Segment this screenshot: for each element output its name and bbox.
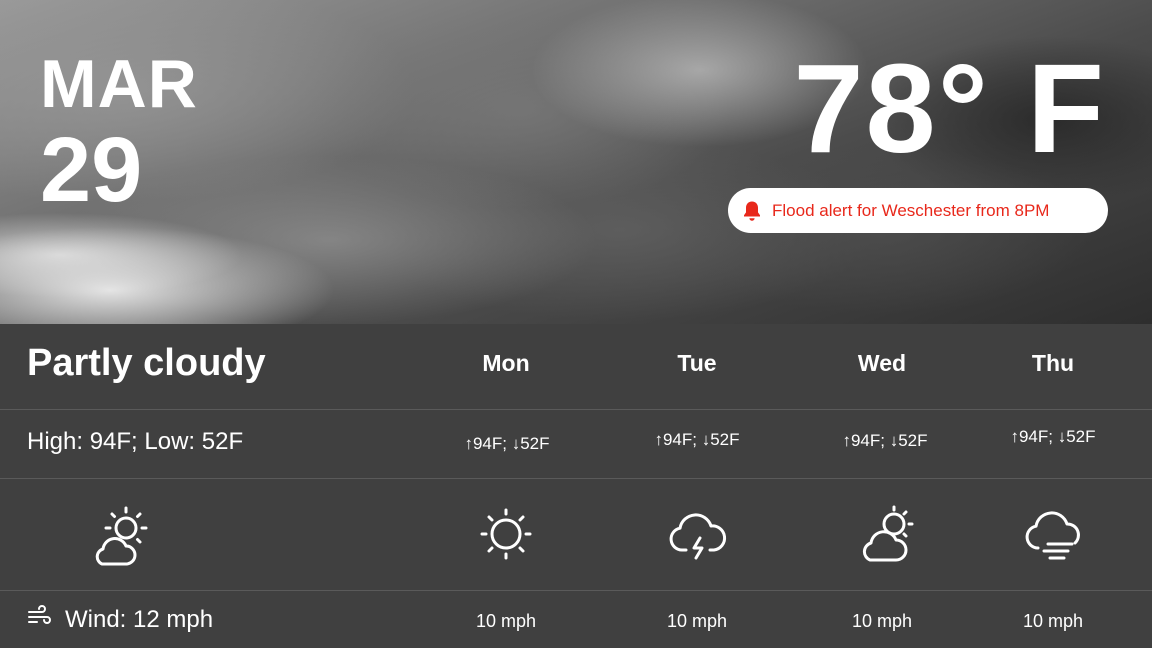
alert-text: Flood alert for Weschester from 8PM [772, 200, 1050, 220]
hero-sky-background: MAR 29 78° F Flood alert for Weschester … [0, 0, 1152, 324]
forecast-panel: Partly cloudy Mon Tue Wed Thu High: 94F;… [0, 324, 1152, 648]
day-wind-wed: 10 mph [851, 611, 913, 631]
bell-icon [742, 200, 762, 222]
flood-alert-banner[interactable]: Flood alert for Weschester from 8PM [728, 188, 1108, 233]
day-hilo-thu: ↑94F; ↓52F [1010, 427, 1096, 446]
current-temperature: 78° F [793, 38, 1106, 179]
day-wind-tue: 10 mph [666, 611, 728, 631]
day-wind-thu: 10 mph [1022, 611, 1084, 631]
day-label-thu: Thu [1031, 350, 1075, 376]
divider [0, 478, 1152, 479]
date-day: 29 [40, 119, 143, 221]
wind-icon [27, 605, 53, 634]
divider [0, 590, 1152, 591]
partly-cloudy-icon [856, 504, 920, 568]
day-label-wed: Wed [857, 350, 907, 376]
day-label-tue: Tue [677, 350, 717, 376]
sun-icon [474, 504, 538, 568]
date-month: MAR [40, 46, 198, 122]
divider [0, 409, 1152, 410]
day-wind-mon: 10 mph [475, 611, 537, 631]
partly-cloudy-icon [90, 504, 154, 568]
current-high-low: High: 94F; Low: 52F [27, 428, 244, 455]
current-condition: Partly cloudy [27, 342, 266, 384]
day-hilo-wed: ↑94F; ↓52F [842, 431, 928, 450]
thunderstorm-icon [666, 504, 730, 568]
day-hilo-mon: ↑94F; ↓52F [464, 434, 550, 453]
day-label-mon: Mon [482, 350, 530, 376]
current-wind: Wind: 12 mph [27, 605, 213, 634]
day-hilo-tue: ↑94F; ↓52F [654, 430, 740, 449]
current-wind-label: Wind: 12 mph [65, 605, 214, 633]
fog-icon [1022, 504, 1086, 568]
